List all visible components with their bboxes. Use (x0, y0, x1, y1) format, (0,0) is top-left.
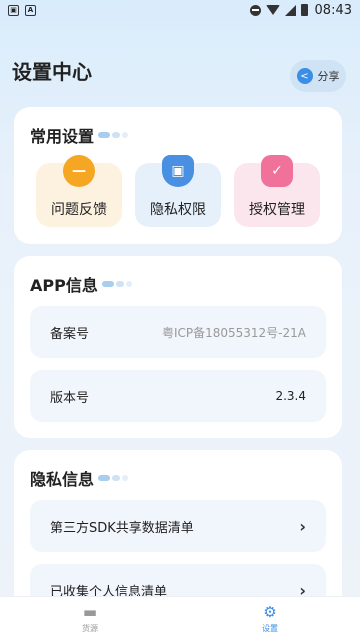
share-label: 分享 (317, 70, 340, 83)
title-decoration (98, 475, 129, 481)
image-notification-icon: ▣ (8, 4, 19, 16)
record-number-row: 备案号 粤ICP备18055312号-21A (30, 306, 326, 358)
tile-privacy[interactable]: ▣ 隐私权限 (135, 155, 221, 227)
truck-icon: ▬ (82, 603, 98, 621)
signal-icon (284, 4, 296, 16)
share-icon: < (296, 68, 313, 84)
sdk-share-list-row[interactable]: 第三方SDK共享数据清单 › (30, 500, 326, 552)
dnd-icon (249, 4, 261, 16)
tab-label: 设置 (262, 624, 278, 633)
status-time: 08:43 (314, 2, 352, 18)
title-decoration (101, 281, 132, 287)
authorize-icon: ✓ (261, 155, 293, 187)
title-decoration (98, 132, 129, 138)
version-value: 2.3.4 (275, 389, 306, 403)
shield-icon: ▣ (162, 155, 194, 187)
tab-settings[interactable]: ⚙ 设置 (180, 597, 360, 640)
wifi-icon (265, 5, 280, 15)
section-title: 隐私信息 (30, 466, 129, 490)
chevron-right-icon: › (299, 516, 306, 536)
section-title-text: 常用设置 (30, 127, 95, 146)
section-title: 常用设置 (30, 123, 129, 147)
a-notification-icon: A (25, 4, 36, 16)
section-title: APP信息 (30, 272, 132, 296)
tile-label: 隐私权限 (150, 202, 206, 218)
privacy-info-card: 隐私信息 第三方SDK共享数据清单 › 已收集个人信息清单 › (14, 450, 342, 620)
app-info-card: APP信息 备案号 粤ICP备18055312号-21A 版本号 2.3.4 (14, 256, 342, 438)
common-settings-card: 常用设置 — 问题反馈 ▣ 隐私权限 ✓ 授权管理 (14, 107, 342, 244)
tile-authorize[interactable]: ✓ 授权管理 (234, 155, 320, 227)
row-label: 备案号 (50, 326, 90, 342)
row-label: 版本号 (50, 390, 90, 406)
status-bar: ▣ A 08:43 (0, 0, 360, 20)
tile-feedback[interactable]: — 问题反馈 (36, 155, 122, 227)
tab-goods[interactable]: ▬ 货源 (0, 597, 180, 640)
tile-label: 问题反馈 (51, 202, 107, 218)
section-title-text: APP信息 (30, 276, 98, 295)
tile-label: 授权管理 (249, 202, 305, 218)
tab-bar: ▬ 货源 ⚙ 设置 (0, 596, 360, 640)
version-row: 版本号 2.3.4 (30, 370, 326, 422)
battery-icon (300, 4, 308, 16)
gear-icon: ⚙ (263, 603, 277, 621)
section-title-text: 隐私信息 (30, 470, 95, 489)
row-label: 第三方SDK共享数据清单 (50, 520, 194, 536)
share-button[interactable]: < 分享 (290, 60, 346, 92)
page-title: 设置中心 (12, 60, 92, 84)
tab-label: 货源 (82, 624, 98, 633)
feedback-icon: — (63, 155, 95, 187)
record-number-value: 粤ICP备18055312号-21A (161, 325, 306, 340)
